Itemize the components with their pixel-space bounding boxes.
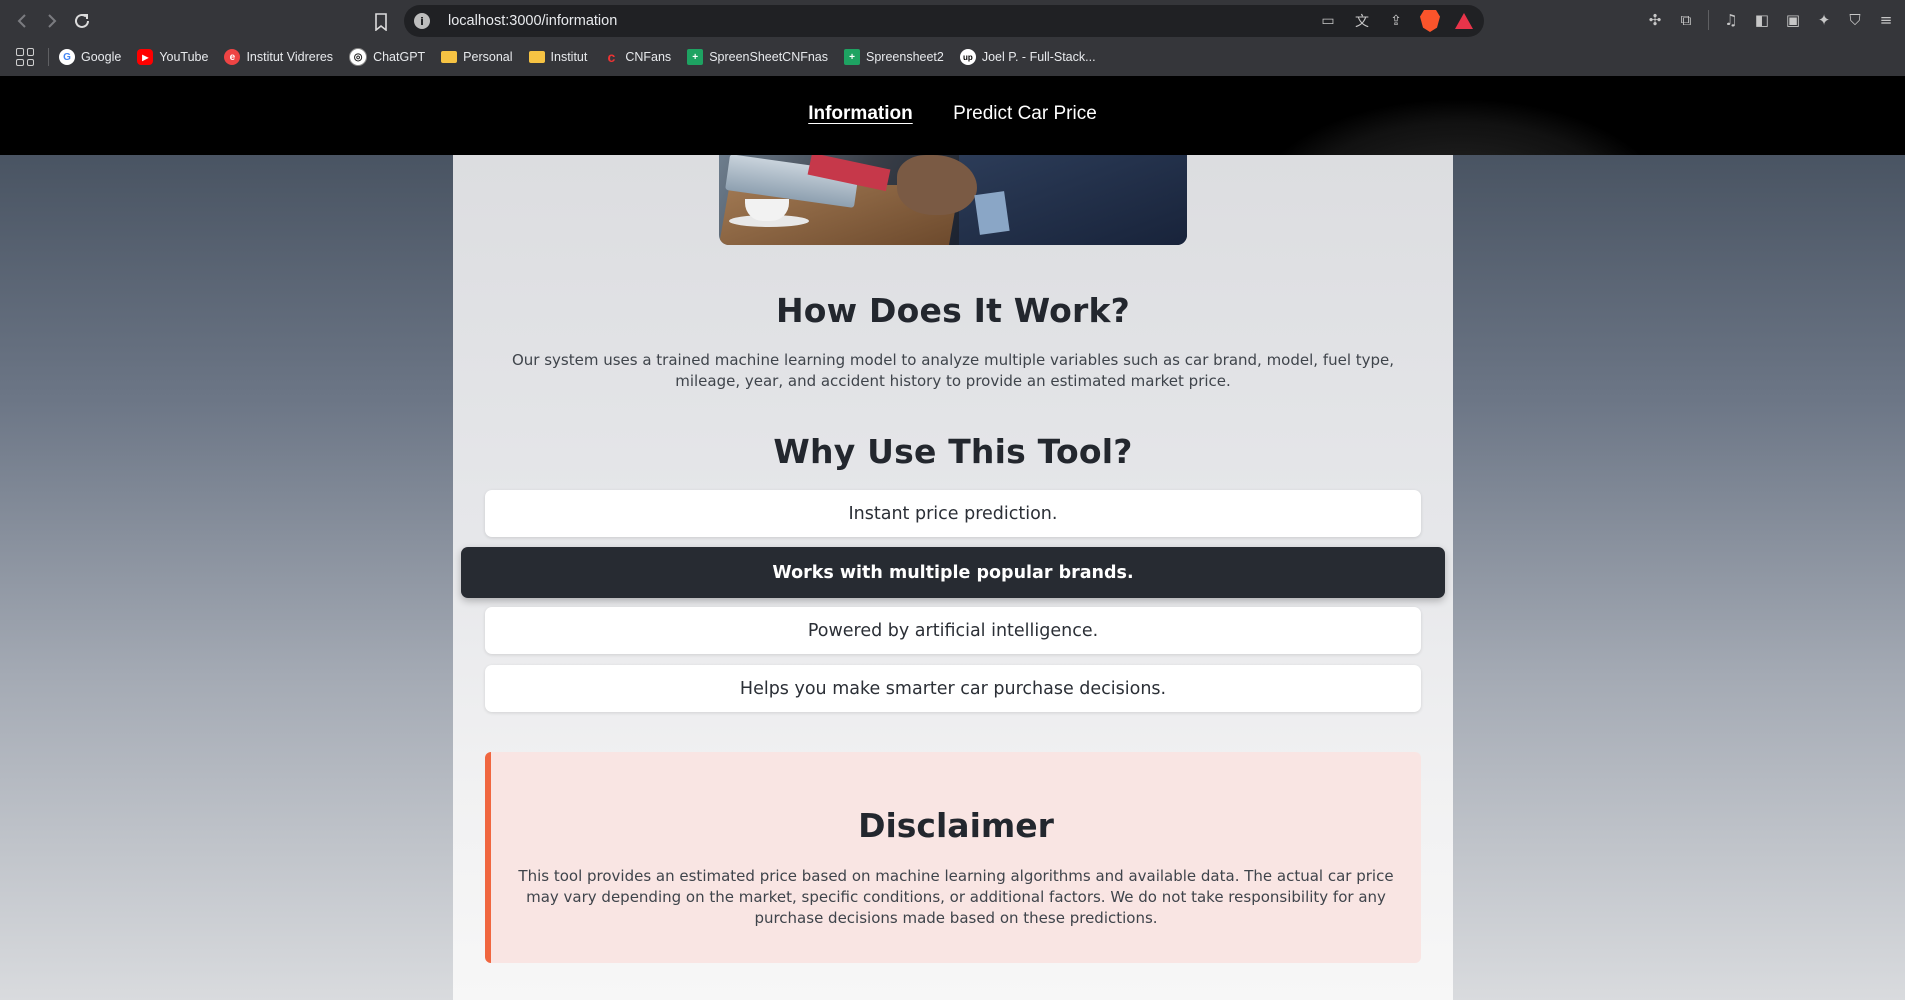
forward-button[interactable] (38, 7, 66, 35)
site-info-icon[interactable]: i (414, 13, 430, 29)
google-icon: G (59, 49, 75, 65)
toolbar-divider (1708, 10, 1709, 30)
institut-vidreres-icon: e (224, 49, 241, 65)
bookmark-label: YouTube (159, 50, 209, 64)
address-bar[interactable]: i localhost:3000/information ▭ 文 ⇪ (404, 5, 1484, 37)
bookmark-label: Personal (463, 50, 513, 64)
cnfans-icon: c (607, 49, 616, 65)
brave-rewards-icon[interactable] (1452, 9, 1476, 33)
bookmark-label: Institut Vidreres (246, 50, 334, 64)
apps-grid-icon[interactable] (16, 48, 34, 66)
feature-item: Instant price prediction. (485, 490, 1421, 537)
feature-item: Helps you make smarter car purchase deci… (485, 665, 1421, 712)
folder-icon (528, 51, 545, 63)
bookmark-institut-vidreres[interactable]: e Institut Vidreres (224, 49, 333, 65)
bookmarks-divider (48, 48, 49, 66)
bookmark-label: Institut (550, 50, 588, 64)
folder-icon (441, 51, 458, 63)
bookmark-label: Google (81, 50, 122, 64)
bookmark-label: Spreensheet2 (866, 50, 944, 64)
disclaimer-text: This tool provides an estimated price ba… (518, 867, 1394, 927)
url-text[interactable]: localhost:3000/information (448, 13, 617, 29)
bookmark-institut[interactable]: Institut (528, 50, 588, 64)
bookmark-google[interactable]: G Google (59, 49, 121, 65)
how-it-works-text: Our system uses a trained machine learni… (511, 351, 1395, 390)
bookmark-personal[interactable]: Personal (441, 50, 513, 64)
sheets-icon: + (687, 49, 704, 65)
bookmark-spreensheetcnfnas[interactable]: + SpreenSheetCNFnas (687, 49, 828, 65)
bookmark-icon (375, 13, 387, 31)
reload-icon (75, 13, 89, 28)
bookmark-label: CNFans (625, 50, 672, 64)
bookmark-joel-p[interactable]: up Joel P. - Full-Stack... (959, 49, 1096, 65)
bookmark-spreensheet2[interactable]: + Spreensheet2 (844, 49, 944, 65)
why-use-title: Why Use This Tool? (773, 432, 1133, 471)
page-viewport: Information Predict Car Price How Does I… (0, 76, 1905, 1000)
feature-item: Powered by artificial intelligence. (485, 607, 1421, 654)
how-it-works-title: How Does It Work? (775, 291, 1131, 330)
hero-image (719, 155, 1187, 245)
chevron-right-icon (48, 14, 57, 28)
media-icon[interactable]: ♫ (1720, 9, 1742, 31)
cast-icon[interactable]: ▭ (1316, 9, 1340, 33)
chevron-left-icon (17, 14, 26, 28)
browser-chrome: i localhost:3000/information ▭ 文 ⇪ ✣ ⧉ ♫… (0, 0, 1905, 76)
disclaimer-title: Disclaimer (858, 806, 1054, 845)
sheets-icon: + (844, 49, 861, 65)
bookmark-label: Joel P. - Full-Stack... (981, 50, 1096, 64)
chatgpt-icon: ◎ (349, 48, 368, 66)
nav-link-predict-car-price[interactable]: Predict Car Price (953, 103, 1097, 125)
sidebar-icon[interactable]: ◧ (1751, 9, 1773, 31)
menu-icon[interactable]: ≡ (1875, 9, 1897, 31)
vpn-icon[interactable]: ⛉ (1844, 9, 1866, 31)
translate-icon[interactable]: 文 (1350, 9, 1374, 33)
youtube-icon: ▶ (137, 49, 154, 65)
leo-ai-icon[interactable]: ✦ (1813, 9, 1835, 31)
nav-link-information[interactable]: Information (808, 103, 913, 125)
site-navbar: Information Predict Car Price (0, 76, 1905, 155)
share-icon[interactable]: ⇪ (1384, 9, 1408, 33)
reload-button[interactable] (68, 7, 96, 35)
information-card: How Does It Work? Our system uses a trai… (453, 155, 1453, 1000)
bookmark-page-button[interactable] (368, 9, 394, 35)
feature-item-highlighted: Works with multiple popular brands. (461, 547, 1445, 598)
bookmarks-bar: G Google ▶ YouTube e Institut Vidreres ◎ Cha… (0, 42, 1905, 72)
extensions-area: ✣ ⧉ ♫ ◧ ▣ ✦ ⛉ ≡ (1644, 9, 1897, 31)
browser-toolbar: i localhost:3000/information ▭ 文 ⇪ ✣ ⧉ ♫… (0, 0, 1905, 42)
wallet-icon[interactable]: ▣ (1782, 9, 1804, 31)
upwork-icon: up (959, 49, 976, 65)
bookmark-chatgpt[interactable]: ◎ ChatGPT (349, 48, 425, 66)
address-bar-actions: ▭ 文 ⇪ (1316, 9, 1476, 33)
back-button[interactable] (8, 7, 36, 35)
bookmark-label: SpreenSheetCNFnas (709, 50, 829, 64)
brave-shields-icon[interactable] (1418, 9, 1442, 33)
nav-links: Information Predict Car Price (0, 103, 1905, 125)
tab-search-icon[interactable]: ⧉ (1675, 9, 1697, 31)
bookmark-cnfans[interactable]: c CNFans (603, 49, 671, 65)
bookmark-label: ChatGPT (373, 50, 426, 64)
bookmark-youtube[interactable]: ▶ YouTube (137, 49, 208, 65)
extensions-icon[interactable]: ✣ (1644, 9, 1666, 31)
disclaimer-box: Disclaimer This tool provides an estimat… (485, 752, 1421, 963)
